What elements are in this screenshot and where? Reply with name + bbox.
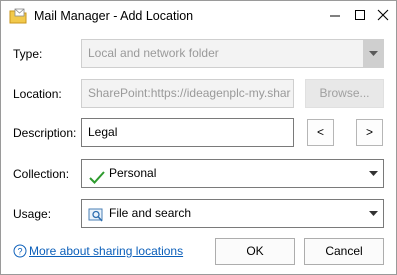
description-input[interactable]: Legal bbox=[81, 118, 294, 147]
help-icon: ? bbox=[13, 244, 27, 258]
maximize-icon bbox=[355, 10, 365, 20]
minimize-button[interactable] bbox=[324, 5, 346, 27]
search-document-icon bbox=[88, 206, 105, 227]
usage-value: File and search bbox=[109, 206, 192, 220]
previous-button[interactable]: < bbox=[307, 119, 334, 146]
window-title: Mail Manager - Add Location bbox=[34, 9, 194, 23]
chevron-down-icon bbox=[363, 200, 383, 227]
description-value: Legal bbox=[88, 125, 118, 139]
collection-value: Personal bbox=[109, 166, 157, 180]
type-select[interactable]: Local and network folder bbox=[81, 39, 384, 68]
folder-mail-icon bbox=[9, 8, 27, 24]
collection-select[interactable]: Personal bbox=[81, 159, 384, 188]
title-bar: Mail Manager - Add Location bbox=[1, 1, 396, 31]
description-label: Description: bbox=[13, 126, 77, 140]
type-label: Type: bbox=[13, 47, 43, 61]
close-icon bbox=[377, 9, 389, 21]
collection-label: Collection: bbox=[13, 167, 70, 181]
usage-label: Usage: bbox=[13, 207, 52, 221]
ok-button[interactable]: OK bbox=[215, 238, 295, 265]
svg-text:?: ? bbox=[17, 246, 22, 256]
maximize-button[interactable] bbox=[349, 5, 371, 27]
type-value: Local and network folder bbox=[88, 46, 219, 60]
help-link-text[interactable]: More about sharing locations bbox=[29, 244, 183, 258]
browse-button[interactable]: Browse... bbox=[305, 79, 384, 108]
close-button[interactable] bbox=[372, 5, 394, 27]
dialog-window: Mail Manager - Add Location Type: Local … bbox=[0, 0, 397, 275]
minimize-icon bbox=[330, 15, 340, 17]
chevron-down-icon bbox=[363, 40, 383, 67]
usage-select[interactable]: File and search bbox=[81, 199, 384, 228]
location-field[interactable]: SharePoint:https://ideagenplc-my.shar bbox=[81, 79, 294, 108]
location-label: Location: bbox=[13, 87, 62, 101]
help-link[interactable]: ? More about sharing locations bbox=[13, 244, 183, 258]
cancel-button[interactable]: Cancel bbox=[304, 238, 384, 265]
chevron-down-icon bbox=[363, 160, 383, 187]
location-value: SharePoint:https://ideagenplc-my.shar bbox=[88, 86, 291, 100]
next-button[interactable]: > bbox=[356, 119, 383, 146]
checkmark-icon bbox=[89, 167, 105, 187]
